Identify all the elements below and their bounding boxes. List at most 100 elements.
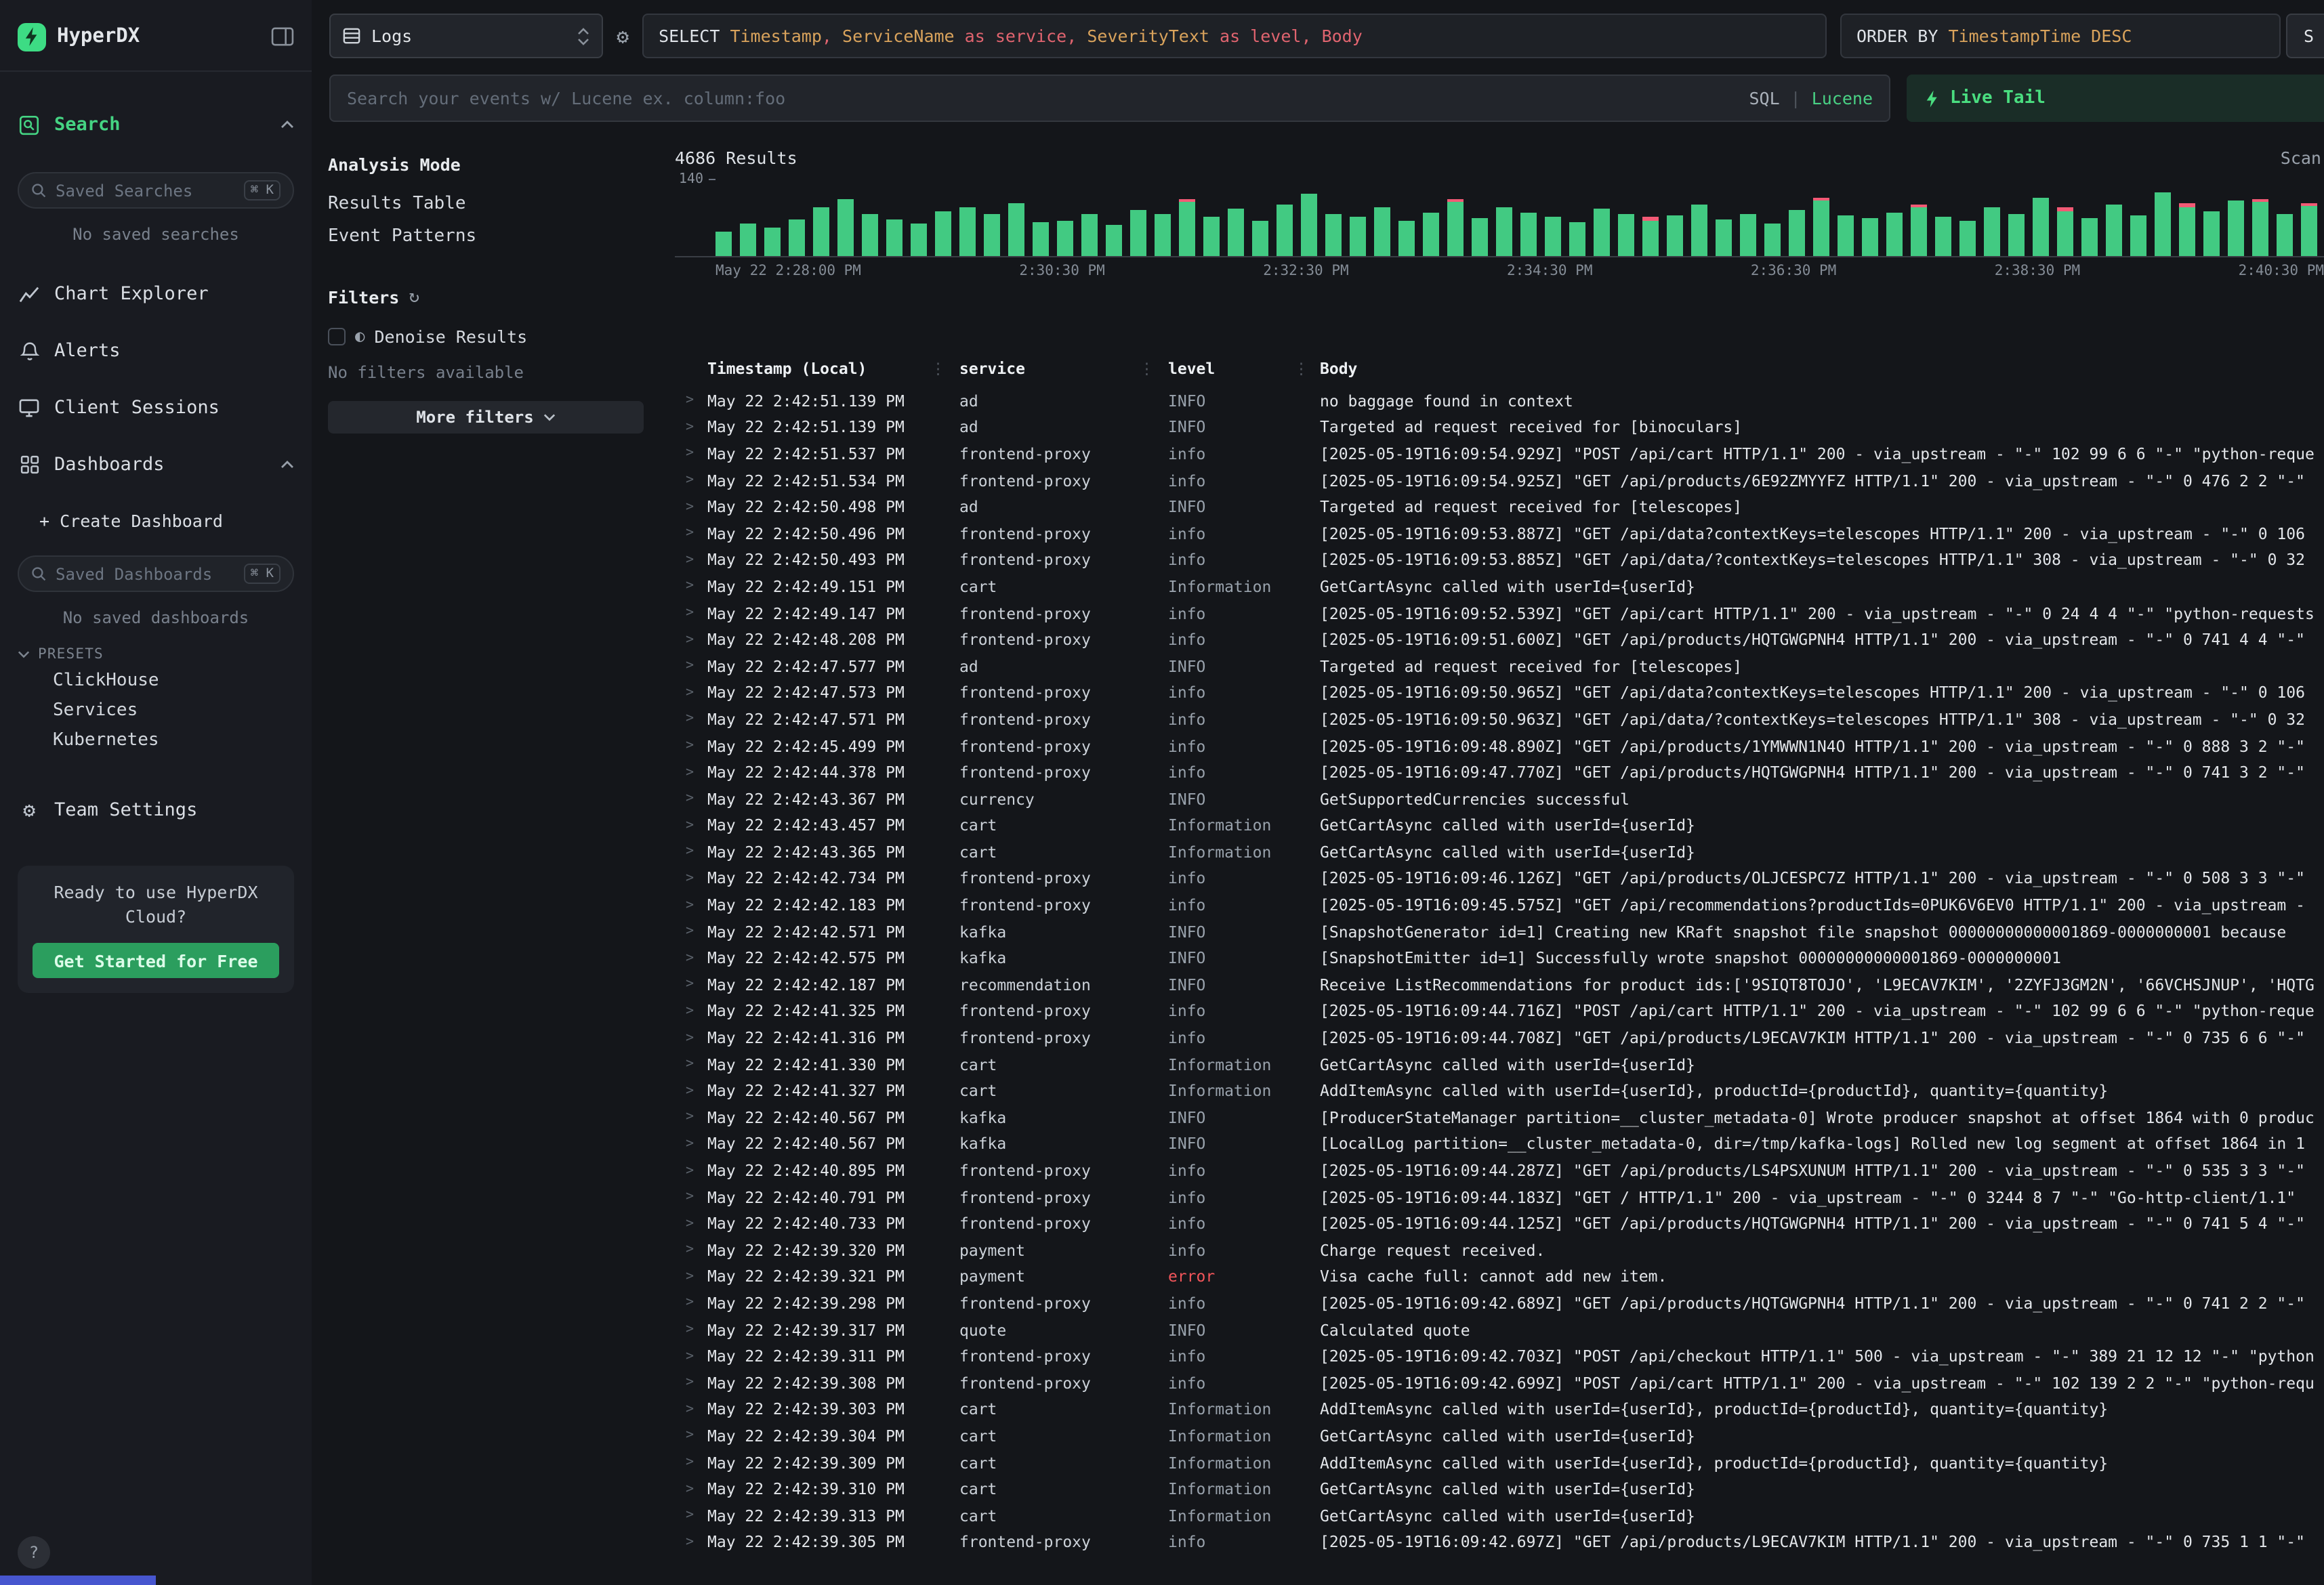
histogram-bar[interactable] (1301, 177, 1317, 256)
expand-chevron-icon[interactable]: > (675, 1030, 707, 1045)
histogram-bar[interactable] (2203, 177, 2220, 256)
histogram-bar[interactable] (1642, 177, 1659, 256)
expand-chevron-icon[interactable]: > (675, 1004, 707, 1019)
log-row[interactable]: >May 22 2:42:39.311 PMfrontend-proxyinfo… (675, 1343, 2324, 1370)
histogram-bar[interactable] (2179, 177, 2195, 256)
histogram-bar[interactable] (1203, 177, 1220, 256)
results-histogram[interactable]: 140 (675, 177, 2324, 257)
expand-chevron-icon[interactable]: > (675, 1349, 707, 1364)
live-tail-button[interactable]: Live Tail (1907, 75, 2324, 122)
log-row[interactable]: >May 22 2:42:49.147 PMfrontend-proxyinfo… (675, 600, 2324, 627)
histogram-bar[interactable] (1594, 177, 1610, 256)
histogram-bar[interactable] (2081, 177, 2098, 256)
histogram-bar[interactable] (837, 177, 854, 256)
sidebar-item-team-settings[interactable]: ⚙ Team Settings (18, 790, 294, 830)
log-row[interactable]: >May 22 2:42:42.575 PMkafkaINFO[Snapshot… (675, 945, 2324, 971)
histogram-bar[interactable] (2155, 177, 2171, 256)
log-row[interactable]: >May 22 2:42:40.733 PMfrontend-proxyinfo… (675, 1210, 2324, 1237)
source-select[interactable]: Logs (329, 14, 603, 58)
histogram-bar[interactable] (1423, 177, 1439, 256)
expand-chevron-icon[interactable]: > (675, 606, 707, 620)
expand-chevron-icon[interactable]: > (675, 818, 707, 833)
sidebar-collapse-icon[interactable] (271, 27, 294, 46)
log-row[interactable]: >May 22 2:42:40.895 PMfrontend-proxyinfo… (675, 1157, 2324, 1183)
expand-chevron-icon[interactable]: > (675, 871, 707, 886)
expand-chevron-icon[interactable]: > (675, 394, 707, 408)
log-row[interactable]: >May 22 2:42:42.187 PMrecommendationINFO… (675, 971, 2324, 998)
expand-chevron-icon[interactable]: > (675, 791, 707, 806)
log-row[interactable]: >May 22 2:42:39.320 PMpaymentinfoCharge … (675, 1237, 2324, 1263)
histogram-bar[interactable] (1691, 177, 1707, 256)
expand-chevron-icon[interactable]: > (675, 738, 707, 753)
histogram-bar[interactable] (2228, 177, 2244, 256)
histogram-bar[interactable] (1130, 177, 1146, 256)
histogram-bar[interactable] (1008, 177, 1024, 256)
expand-chevron-icon[interactable]: > (675, 1110, 707, 1125)
histogram-bar[interactable] (1033, 177, 1049, 256)
log-row[interactable]: >May 22 2:42:41.325 PMfrontend-proxyinfo… (675, 998, 2324, 1024)
sidebar-item-alerts[interactable]: Alerts (18, 331, 294, 371)
log-row[interactable]: >May 22 2:42:39.303 PMcartInformationAdd… (675, 1396, 2324, 1422)
expand-chevron-icon[interactable]: > (675, 1189, 707, 1204)
lucene-search-input[interactable]: Search your events w/ Lucene ex. column:… (329, 75, 1890, 122)
histogram-bar[interactable] (959, 177, 976, 256)
expand-chevron-icon[interactable]: > (675, 1216, 707, 1231)
histogram-bar[interactable] (1325, 177, 1342, 256)
log-row[interactable]: >May 22 2:42:51.139 PMadINFOno baggage f… (675, 387, 2324, 414)
expand-chevron-icon[interactable]: > (675, 1243, 707, 1258)
sidebar-item-client-sessions[interactable]: Client Sessions (18, 387, 294, 428)
expand-chevron-icon[interactable]: > (675, 1429, 707, 1443)
expand-chevron-icon[interactable]: > (675, 553, 707, 568)
denoise-checkbox[interactable] (328, 327, 346, 345)
histogram-bar[interactable] (1520, 177, 1537, 256)
expand-chevron-icon[interactable]: > (675, 685, 707, 700)
log-row[interactable]: >May 22 2:42:50.498 PMadINFOTargeted ad … (675, 494, 2324, 520)
expand-chevron-icon[interactable]: > (675, 1163, 707, 1178)
histogram-bar[interactable] (1838, 177, 1854, 256)
source-settings-gear-icon[interactable]: ⚙ (617, 24, 629, 48)
histogram-bar[interactable] (1398, 177, 1415, 256)
log-row[interactable]: >May 22 2:42:39.321 PMpaymenterrorVisa c… (675, 1263, 2324, 1290)
log-row[interactable]: >May 22 2:42:39.309 PMcartInformationAdd… (675, 1450, 2324, 1476)
column-resize-handle[interactable]: ⋮ (930, 359, 946, 378)
log-row[interactable]: >May 22 2:42:43.457 PMcartInformationGet… (675, 812, 2324, 839)
sidebar-item-dashboards[interactable]: Dashboards (18, 444, 294, 485)
log-row[interactable]: >May 22 2:42:51.139 PMadINFOTargeted ad … (675, 414, 2324, 440)
histogram-bar[interactable] (1252, 177, 1268, 256)
histogram-bar[interactable] (2252, 177, 2268, 256)
log-row[interactable]: >May 22 2:42:41.316 PMfrontend-proxyinfo… (675, 1025, 2324, 1051)
histogram-bar[interactable] (1569, 177, 1585, 256)
histogram-bar[interactable] (1959, 177, 1976, 256)
expand-chevron-icon[interactable]: > (675, 473, 707, 488)
app-logo[interactable]: HyperDX (18, 16, 294, 57)
histogram-bar[interactable] (1496, 177, 1512, 256)
histogram-bar[interactable] (1984, 177, 2000, 256)
log-row[interactable]: >May 22 2:42:45.499 PMfrontend-proxyinfo… (675, 732, 2324, 759)
help-button[interactable]: ? (18, 1536, 50, 1569)
log-row[interactable]: >May 22 2:42:39.317 PMquoteINFOCalculate… (675, 1317, 2324, 1343)
expand-chevron-icon[interactable]: > (675, 1508, 707, 1523)
saved-dashboards-input[interactable]: Saved Dashboards ⌘ K (18, 555, 294, 592)
sidebar-item-chart-explorer[interactable]: Chart Explorer (18, 274, 294, 314)
preset-kubernetes[interactable]: Kubernetes (18, 725, 294, 755)
expand-chevron-icon[interactable]: > (675, 1296, 707, 1311)
denoise-results-option[interactable]: ◐ Denoise Results (328, 322, 644, 350)
histogram-bar[interactable] (1618, 177, 1634, 256)
language-sql[interactable]: SQL (1749, 88, 1779, 108)
histogram-bar[interactable] (2008, 177, 2025, 256)
histogram-bar[interactable] (1911, 177, 1927, 256)
expand-chevron-icon[interactable]: > (675, 420, 707, 435)
histogram-bar[interactable] (2130, 177, 2146, 256)
histogram-bar[interactable] (1667, 177, 1683, 256)
log-row[interactable]: >May 22 2:42:50.493 PMfrontend-proxyinfo… (675, 547, 2324, 573)
expand-chevron-icon[interactable]: > (675, 579, 707, 594)
histogram-bar[interactable] (1228, 177, 1244, 256)
log-row[interactable]: >May 22 2:42:49.151 PMcartInformationGet… (675, 573, 2324, 599)
expand-chevron-icon[interactable]: > (675, 1269, 707, 1284)
mode-event-patterns[interactable]: Event Patterns (328, 219, 644, 252)
log-row[interactable]: >May 22 2:42:51.534 PMfrontend-proxyinfo… (675, 467, 2324, 494)
histogram-bar[interactable] (886, 177, 902, 256)
histogram-bar[interactable] (1935, 177, 1951, 256)
log-row[interactable]: >May 22 2:42:51.537 PMfrontend-proxyinfo… (675, 440, 2324, 467)
log-row[interactable]: >May 22 2:42:43.367 PMcurrencyINFOGetSup… (675, 786, 2324, 812)
